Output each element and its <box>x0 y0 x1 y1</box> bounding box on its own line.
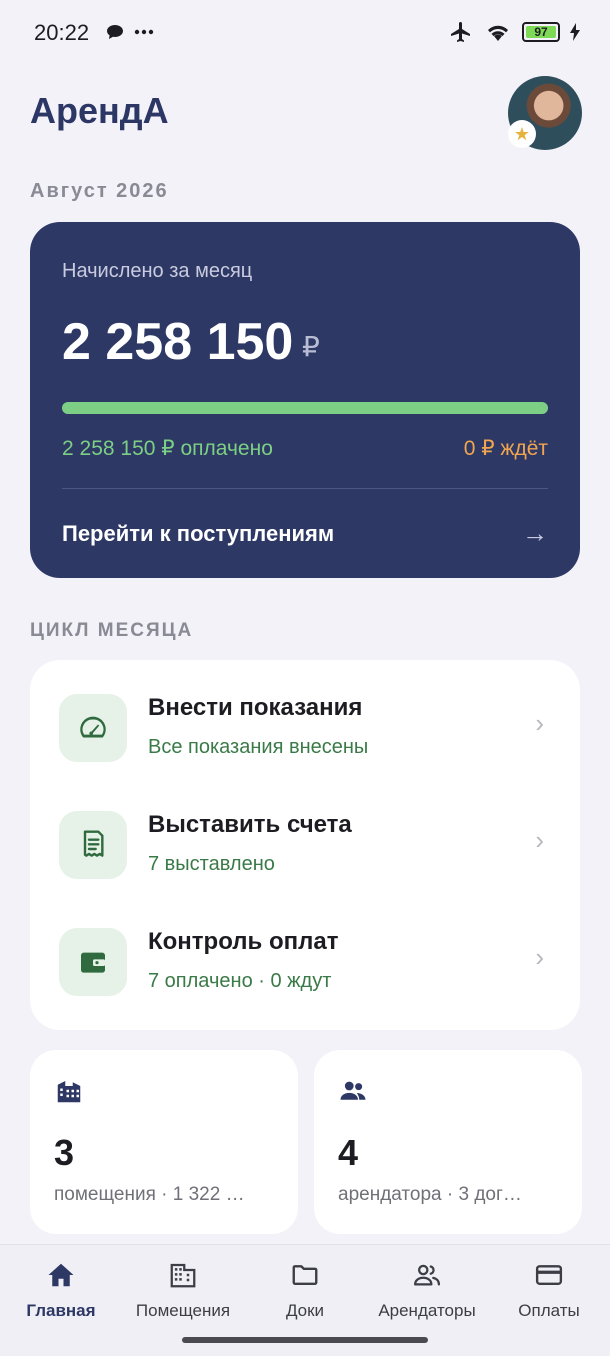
status-notifications <box>106 24 154 40</box>
card-icon <box>533 1259 565 1291</box>
gauge-icon <box>59 694 127 762</box>
cycle-section-label: ЦИКЛ МЕСЯЦА <box>30 620 194 641</box>
cycle-item-subtitle: 7 выставлено <box>148 853 275 875</box>
app-title: АрендА <box>30 90 169 131</box>
chevron-right-icon: › <box>535 942 544 972</box>
cycle-item-subtitle: Все показания внесены <box>148 736 369 758</box>
cycle-item-title: Контроль оплат <box>148 928 339 955</box>
chevron-right-icon: › <box>535 825 544 855</box>
payment-progress-fill <box>62 402 548 414</box>
home-icon <box>45 1259 77 1291</box>
profile-avatar[interactable]: ★ <box>508 76 582 150</box>
nav-label: Доки <box>285 1301 325 1320</box>
building-icon <box>57 1081 81 1103</box>
nav-label: Главная <box>26 1301 96 1320</box>
summary-currency: ₽ <box>302 331 320 362</box>
charging-bolt-icon <box>570 23 580 41</box>
goto-receipts-link[interactable]: Перейти к поступлениям → <box>62 518 548 549</box>
cycle-item-readings[interactable]: Внести показания Все показания внесены › <box>30 674 580 774</box>
wifi-icon <box>488 25 508 41</box>
people-icon <box>340 1081 366 1100</box>
nav-item-premises[interactable]: Помещения <box>122 1259 244 1321</box>
summary-divider <box>62 488 548 489</box>
nav-item-home[interactable]: Главная <box>0 1259 122 1321</box>
nav-item-tenants[interactable]: Арендаторы <box>366 1259 488 1321</box>
chevron-right-icon: › <box>535 708 544 738</box>
premises-count: 3 <box>54 1132 75 1173</box>
airplane-icon <box>451 22 470 42</box>
cycle-item-subtitle: 7 оплачено · 0 ждут <box>148 970 332 992</box>
premises-subtitle: помещения · 1 322 … <box>54 1184 245 1205</box>
folder-icon <box>289 1259 321 1291</box>
stat-card-tenants[interactable]: 4 арендатора · 3 дог… <box>314 1050 582 1234</box>
more-dots-icon <box>134 29 154 35</box>
arrow-right-icon: → <box>522 518 548 548</box>
receipt-icon <box>59 811 127 879</box>
waiting-amount: 0 ₽ ждёт <box>463 437 548 460</box>
status-time: 20:22 <box>34 20 90 45</box>
star-badge-icon: ★ <box>508 120 536 148</box>
summary-amount: 2 258 150 <box>62 313 294 371</box>
nav-item-docs[interactable]: Доки <box>244 1259 366 1321</box>
nav-item-payments[interactable]: Оплаты <box>488 1259 610 1321</box>
nav-label: Арендаторы <box>378 1301 476 1320</box>
battery-icon: 97 <box>522 22 560 42</box>
nav-label: Оплаты <box>518 1301 580 1320</box>
cycle-item-invoices[interactable]: Выставить счета 7 выставлено › <box>30 791 580 891</box>
cycle-item-title: Выставить счета <box>148 811 352 838</box>
month-cycle-card: Внести показания Все показания внесены ›… <box>30 660 580 1030</box>
people-icon <box>411 1259 443 1291</box>
stat-card-premises[interactable]: 3 помещения · 1 322 … <box>30 1050 298 1234</box>
cycle-item-title: Внести показания <box>148 694 363 721</box>
chat-bubble-icon <box>107 25 123 39</box>
payment-progress-bar <box>62 402 548 414</box>
tenants-subtitle: арендатора · 3 дог… <box>338 1184 522 1205</box>
paid-amount: 2 258 150 ₽ оплачено <box>62 437 273 460</box>
summary-label: Начислено за месяц <box>62 260 253 282</box>
cycle-item-payments[interactable]: Контроль оплат 7 оплачено · 0 ждут › <box>30 908 580 1008</box>
nav-label: Помещения <box>135 1301 231 1320</box>
home-indicator[interactable] <box>182 1337 428 1343</box>
battery-level: 97 <box>534 25 548 39</box>
wallet-icon <box>59 928 127 996</box>
goto-receipts-label: Перейти к поступлениям <box>62 520 335 546</box>
monthly-summary-card: Начислено за месяц 2 258 150 ₽ 2 258 150… <box>30 222 580 578</box>
month-label: Август 2026 <box>30 180 169 202</box>
building-icon <box>167 1259 199 1291</box>
status-system-icons: 97 <box>448 20 580 44</box>
tenants-count: 4 <box>338 1132 359 1173</box>
status-bar: 20:22 97 <box>0 0 610 66</box>
